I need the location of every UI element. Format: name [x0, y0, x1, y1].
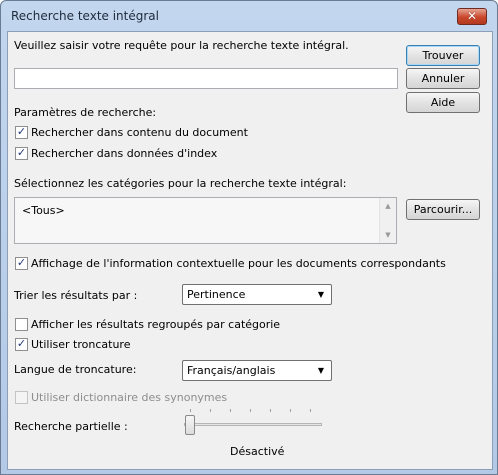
sort-selected-value: Pertinence: [187, 288, 246, 301]
truncation-language-selected-value: Français/anglais: [187, 364, 276, 377]
scroll-down-icon[interactable]: ▼: [380, 228, 396, 242]
partial-search-label: Recherche partielle :: [14, 420, 128, 433]
group-by-category-checkbox[interactable]: [15, 318, 28, 331]
sort-select[interactable]: Pertinence ▼: [182, 284, 332, 305]
partial-search-slider[interactable]: [184, 407, 324, 437]
close-icon: ✕: [466, 9, 478, 23]
search-params-heading: Paramètres de recherche:: [14, 106, 157, 119]
slider-tick: [210, 409, 211, 412]
search-content-label[interactable]: Rechercher dans contenu du document: [31, 126, 248, 139]
help-button[interactable]: Aide: [406, 92, 480, 113]
dialog-window: Recherche texte intégral ✕ Veuillez sais…: [0, 0, 498, 475]
slider-tick: [190, 409, 191, 412]
query-prompt: Veuillez saisir votre requête pour la re…: [14, 39, 349, 52]
cancel-button[interactable]: Annuler: [406, 68, 480, 89]
check-icon: ✓: [16, 337, 27, 350]
truncation-language-select[interactable]: Français/anglais ▼: [182, 360, 332, 381]
truncation-checkbox[interactable]: ✓: [15, 337, 28, 351]
browse-button[interactable]: Parcourir...: [406, 199, 480, 220]
sort-label: Trier les résultats par :: [14, 289, 138, 302]
dialog-content: Veuillez saisir votre requête pour la re…: [7, 31, 493, 470]
context-info-label[interactable]: Affichage de l'information contextuelle …: [31, 257, 446, 270]
search-content-checkbox[interactable]: ✓: [15, 125, 28, 139]
window-title: Recherche texte intégral: [11, 9, 159, 23]
close-button[interactable]: ✕: [457, 8, 487, 25]
synonyms-checkbox[interactable]: [15, 391, 28, 404]
partial-search-value: Désactivé: [230, 445, 285, 458]
group-by-category-label[interactable]: Afficher les résultats regroupés par cat…: [31, 318, 280, 331]
list-item[interactable]: <Tous>: [22, 204, 65, 217]
chevron-down-icon: ▼: [317, 290, 325, 299]
slider-tick: [250, 409, 251, 412]
search-index-label[interactable]: Rechercher dans données d'index: [31, 147, 217, 160]
check-icon: ✓: [16, 125, 27, 138]
slider-tick: [290, 409, 291, 412]
categories-label: Sélectionnez les catégories pour la rech…: [14, 177, 347, 190]
slider-tick: [270, 409, 271, 412]
slider-tick: [230, 409, 231, 412]
truncation-label[interactable]: Utiliser troncature: [31, 338, 130, 351]
slider-thumb[interactable]: [185, 415, 195, 435]
slider-tick: [310, 409, 311, 412]
check-icon: ✓: [16, 146, 27, 159]
slider-track[interactable]: [184, 423, 322, 426]
categories-listbox[interactable]: <Tous> ▲ ▼: [14, 197, 397, 244]
search-index-checkbox[interactable]: ✓: [15, 146, 28, 160]
scroll-up-icon[interactable]: ▲: [380, 199, 396, 213]
title-bar[interactable]: Recherche texte intégral ✕: [1, 1, 497, 31]
truncation-language-label: Langue de troncature:: [14, 363, 137, 376]
check-icon: ✓: [16, 256, 27, 269]
listbox-scrollbar[interactable]: ▲ ▼: [379, 198, 396, 243]
query-input[interactable]: [14, 68, 398, 89]
context-info-checkbox[interactable]: ✓: [15, 256, 28, 270]
chevron-down-icon: ▼: [317, 366, 325, 375]
synonyms-label[interactable]: Utiliser dictionnaire des synonymes: [31, 391, 227, 404]
find-button[interactable]: Trouver: [406, 45, 480, 66]
